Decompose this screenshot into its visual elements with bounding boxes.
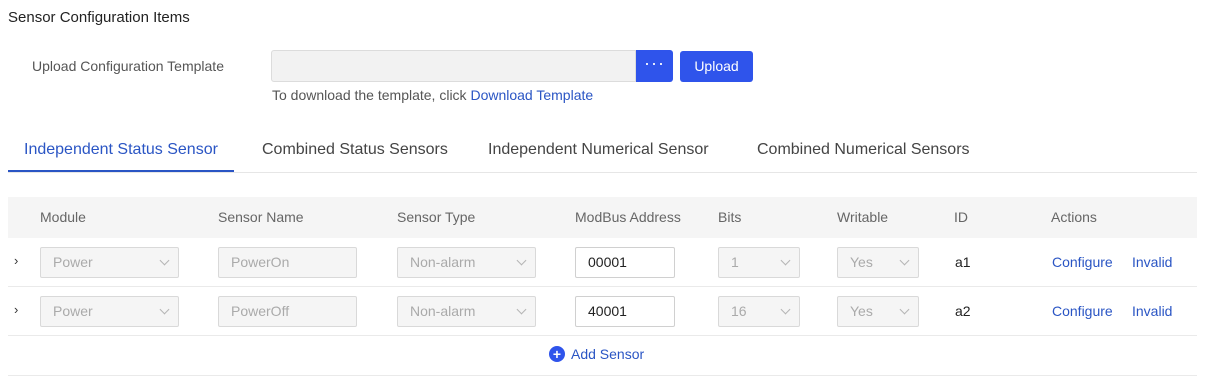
tab-combined-status-sensors[interactable]: Combined Status Sensors	[262, 130, 448, 172]
writable-select[interactable]: Yes	[837, 296, 919, 327]
section-title: Sensor Configuration Items	[8, 9, 190, 26]
sensor-id: a1	[955, 254, 971, 270]
chevron-down-icon	[516, 304, 527, 315]
table-row: › Power PowerOn Non-alarm 00001 1 Yes a1…	[8, 238, 1197, 287]
sensor-table: Module Sensor Name Sensor Type ModBus Ad…	[8, 197, 1197, 376]
table-row: › Power PowerOff Non-alarm 40001 16 Yes …	[8, 287, 1197, 336]
tab-independent-numerical-sensor[interactable]: Independent Numerical Sensor	[488, 130, 709, 172]
bits-value: 1	[731, 254, 739, 270]
chevron-right-icon[interactable]: ›	[14, 253, 18, 268]
configure-link[interactable]: Configure	[1052, 238, 1113, 287]
sensor-name-field[interactable]: PowerOn	[218, 247, 357, 278]
browse-button[interactable]: ···	[636, 50, 673, 82]
header-actions: Actions	[1051, 209, 1097, 225]
header-sensor-name: Sensor Name	[218, 209, 304, 225]
invalid-link[interactable]: Invalid	[1132, 287, 1172, 336]
ellipsis-icon: ···	[644, 53, 665, 73]
chevron-down-icon	[899, 255, 910, 266]
chevron-down-icon	[780, 255, 791, 266]
sensor-type-value: Non-alarm	[410, 303, 476, 319]
add-sensor-button[interactable]: + Add Sensor	[549, 346, 644, 362]
sensor-tabs: Independent Status Sensor Combined Statu…	[8, 130, 1197, 173]
add-sensor-row: + Add Sensor	[8, 336, 1197, 376]
module-value: Power	[53, 303, 93, 319]
modbus-address-field[interactable]: 40001	[575, 296, 675, 327]
sensor-name-field[interactable]: PowerOff	[218, 296, 357, 327]
upload-label: Upload Configuration Template	[32, 58, 224, 74]
download-hint: To download the template, click Download…	[272, 87, 593, 103]
header-modbus-address: ModBus Address	[575, 209, 681, 225]
module-select[interactable]: Power	[40, 296, 179, 327]
header-writable: Writable	[837, 209, 889, 225]
bits-select[interactable]: 16	[718, 296, 800, 327]
chevron-down-icon	[159, 304, 170, 315]
header-bits: Bits	[718, 209, 742, 225]
tab-combined-numerical-sensors[interactable]: Combined Numerical Sensors	[757, 130, 970, 172]
download-template-link[interactable]: Download Template	[470, 87, 593, 103]
module-value: Power	[53, 254, 93, 270]
chevron-down-icon	[780, 304, 791, 315]
sensor-id: a2	[955, 303, 971, 319]
tab-independent-status-sensor[interactable]: Independent Status Sensor	[8, 130, 234, 172]
add-sensor-label: Add Sensor	[571, 346, 645, 362]
writable-value: Yes	[850, 254, 873, 270]
chevron-down-icon	[899, 304, 910, 315]
header-id: ID	[954, 209, 968, 225]
download-hint-text: To download the template, click	[272, 87, 471, 103]
template-file-input[interactable]	[271, 50, 636, 82]
upload-button[interactable]: Upload	[680, 51, 753, 82]
sensor-type-value: Non-alarm	[410, 254, 476, 270]
upload-row: Upload Configuration Template ··· Upload	[0, 50, 800, 83]
chevron-down-icon	[516, 255, 527, 266]
plus-circle-icon: +	[549, 346, 565, 362]
sensor-type-select[interactable]: Non-alarm	[397, 247, 536, 278]
bits-select[interactable]: 1	[718, 247, 800, 278]
invalid-link[interactable]: Invalid	[1132, 238, 1172, 287]
bits-value: 16	[731, 303, 747, 319]
writable-select[interactable]: Yes	[837, 247, 919, 278]
configure-link[interactable]: Configure	[1052, 287, 1113, 336]
chevron-down-icon	[159, 255, 170, 266]
module-select[interactable]: Power	[40, 247, 179, 278]
sensor-type-select[interactable]: Non-alarm	[397, 296, 536, 327]
writable-value: Yes	[850, 303, 873, 319]
header-sensor-type: Sensor Type	[397, 209, 476, 225]
chevron-right-icon[interactable]: ›	[14, 302, 18, 317]
table-header: Module Sensor Name Sensor Type ModBus Ad…	[8, 197, 1197, 238]
modbus-address-field[interactable]: 00001	[575, 247, 675, 278]
header-module: Module	[40, 209, 86, 225]
